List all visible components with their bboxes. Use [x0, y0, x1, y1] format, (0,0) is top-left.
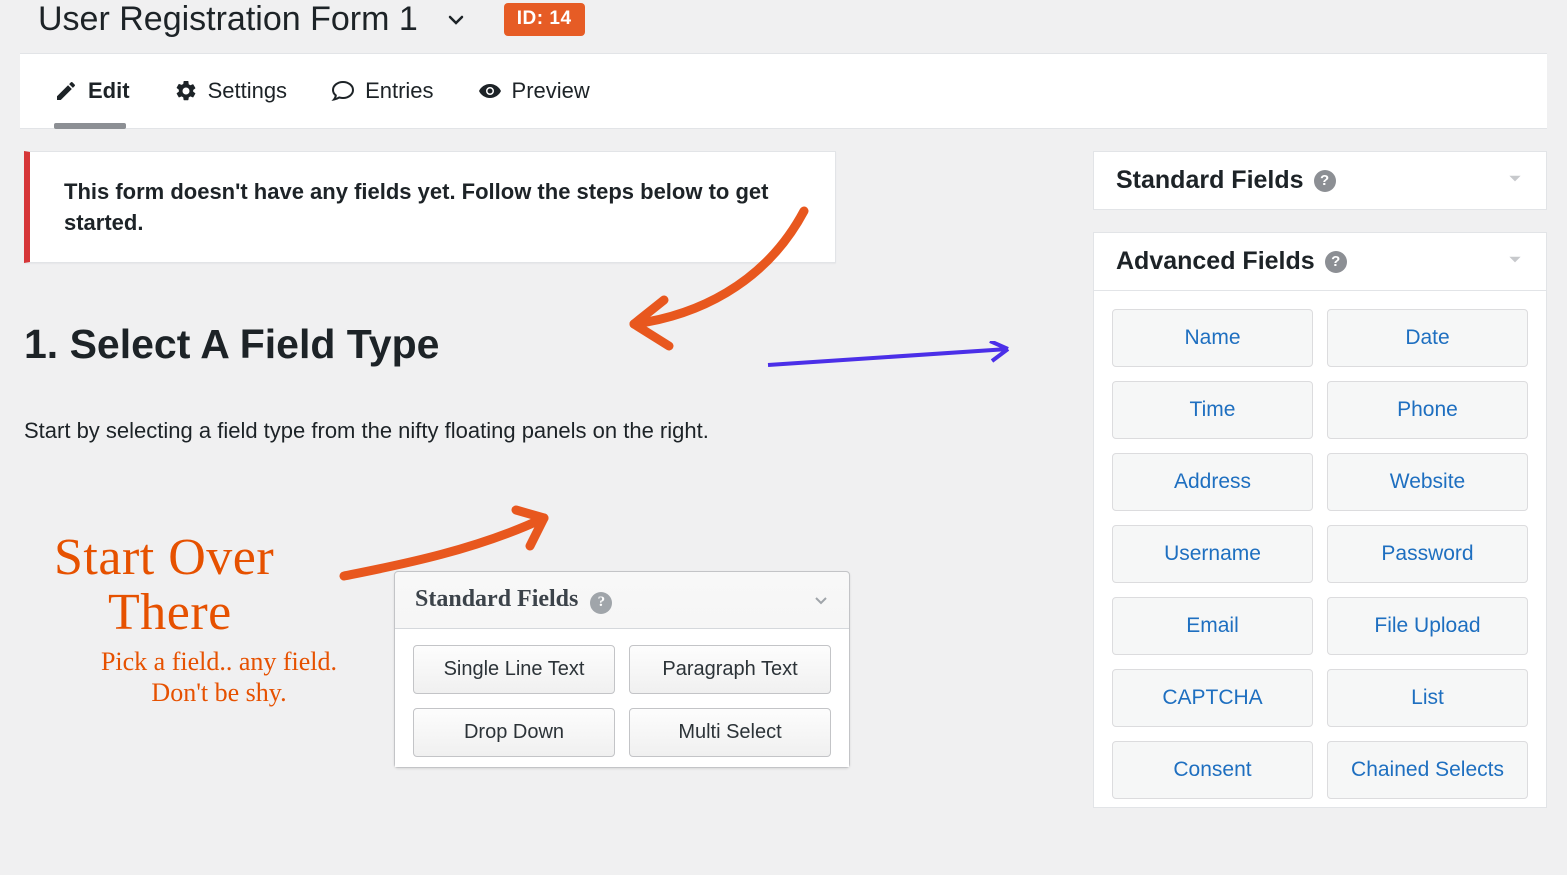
help-icon[interactable]: ?	[1314, 170, 1336, 192]
handwriting-annotation: Start Over There Pick a field.. any fiel…	[54, 531, 384, 709]
example-field-button: Multi Select	[629, 708, 831, 757]
field-type-button[interactable]: CAPTCHA	[1112, 669, 1313, 727]
step-1-title: 1. Select A Field Type	[24, 321, 1093, 368]
tab-settings-label: Settings	[208, 78, 288, 104]
caret-down-icon	[1506, 250, 1524, 273]
field-type-button[interactable]: Phone	[1327, 381, 1528, 439]
tab-entries[interactable]: Entries	[331, 78, 433, 128]
example-field-button: Paragraph Text	[629, 645, 831, 694]
example-standard-fields-panel: Standard Fields ? Single Line Text Parag…	[394, 571, 850, 768]
field-type-button[interactable]: Name	[1112, 309, 1313, 367]
handwrite-sub1: Pick a field.. any field.	[101, 647, 337, 676]
field-type-button[interactable]: Address	[1112, 453, 1313, 511]
field-type-button[interactable]: Username	[1112, 525, 1313, 583]
step-1-description: Start by selecting a field type from the…	[24, 418, 1093, 444]
tab-edit[interactable]: Edit	[54, 78, 130, 128]
form-switcher-chevron[interactable]	[438, 2, 474, 38]
eye-icon	[478, 79, 502, 103]
advanced-fields-toggle[interactable]: Advanced Fields ?	[1094, 233, 1546, 290]
example-field-button: Drop Down	[413, 708, 615, 757]
field-type-button[interactable]: List	[1327, 669, 1528, 727]
field-type-button[interactable]: Date	[1327, 309, 1528, 367]
field-type-button[interactable]: Email	[1112, 597, 1313, 655]
tab-settings[interactable]: Settings	[174, 78, 288, 128]
edit-icon	[54, 79, 78, 103]
field-type-button[interactable]: Chained Selects	[1327, 741, 1528, 799]
speech-bubble-icon	[331, 79, 355, 103]
tab-preview-label: Preview	[512, 78, 590, 104]
caret-down-icon	[1506, 169, 1524, 192]
form-title: User Registration Form 1	[38, 0, 418, 39]
help-icon: ?	[590, 592, 612, 614]
advanced-fields-title: Advanced Fields	[1116, 247, 1315, 276]
field-type-button[interactable]: File Upload	[1327, 597, 1528, 655]
gears-icon	[174, 79, 198, 103]
handwrite-line1: Start Over	[54, 529, 274, 586]
tab-edit-label: Edit	[88, 78, 130, 104]
example-panel-title: Standard Fields	[415, 586, 578, 612]
empty-form-alert: This form doesn't have any fields yet. F…	[24, 151, 836, 263]
help-icon[interactable]: ?	[1325, 251, 1347, 273]
field-type-button[interactable]: Website	[1327, 453, 1528, 511]
advanced-fields-accordion: Advanced Fields ? NameDateTimePhoneAddre…	[1093, 232, 1547, 808]
tab-preview[interactable]: Preview	[478, 78, 590, 128]
handwrite-sub2: Don't be shy.	[151, 678, 286, 707]
chevron-down-icon	[444, 8, 468, 32]
field-type-button[interactable]: Password	[1327, 525, 1528, 583]
standard-fields-accordion[interactable]: Standard Fields ?	[1093, 151, 1547, 210]
standard-fields-title: Standard Fields	[1116, 166, 1304, 195]
example-field-button: Single Line Text	[413, 645, 615, 694]
handwrite-line2: There	[54, 586, 384, 641]
tab-entries-label: Entries	[365, 78, 433, 104]
field-type-button[interactable]: Time	[1112, 381, 1313, 439]
form-id-badge: ID: 14	[504, 3, 585, 36]
form-tabs: Edit Settings Entries Preview	[20, 53, 1547, 129]
field-type-button[interactable]: Consent	[1112, 741, 1313, 799]
caret-down-icon	[813, 592, 829, 608]
